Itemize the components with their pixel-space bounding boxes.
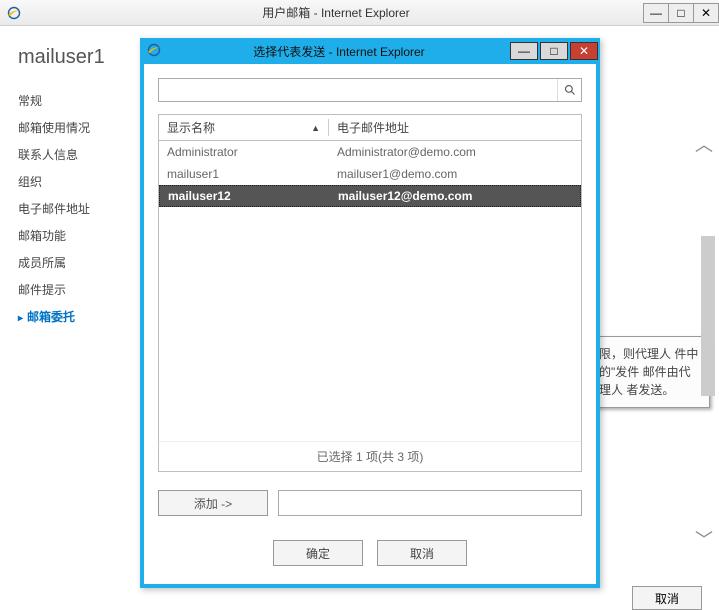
- dialog-titlebar: 选择代表发送 - Internet Explorer — □ ✕: [140, 38, 600, 64]
- dialog-title: 选择代表发送 - Internet Explorer: [168, 43, 510, 60]
- cancel-button[interactable]: 取消: [377, 540, 467, 566]
- parent-max-button[interactable]: □: [668, 3, 694, 23]
- grid-header: 显示名称 ▲ 电子邮件地址: [159, 115, 581, 141]
- table-row[interactable]: mailuser1 mailuser1@demo.com: [159, 163, 581, 185]
- minimize-icon: —: [518, 44, 530, 58]
- parent-close-button[interactable]: ✕: [693, 3, 719, 23]
- sort-asc-icon: ▲: [311, 123, 320, 133]
- parent-min-button[interactable]: —: [643, 3, 669, 23]
- bg-cancel-button[interactable]: 取消: [632, 586, 702, 610]
- info-tooltip: 限，则代理人 件中的"发件 邮件由代理人 者发送。: [590, 336, 710, 408]
- parent-titlebar: 用户邮箱 - Internet Explorer — □ ✕: [0, 0, 719, 26]
- table-row-selected[interactable]: mailuser12 mailuser12@demo.com: [159, 185, 581, 207]
- cell-display-name: mailuser12: [160, 189, 330, 203]
- maximize-icon: □: [677, 6, 684, 20]
- search-input[interactable]: [159, 79, 557, 101]
- scroll-down[interactable]: ﹀: [695, 526, 713, 552]
- col-header-display-name[interactable]: 显示名称 ▲: [159, 119, 329, 136]
- dialog-min-button[interactable]: —: [510, 42, 538, 60]
- dialog-close-button[interactable]: ✕: [570, 42, 598, 60]
- ie-icon: [146, 42, 162, 61]
- close-icon: ✕: [579, 44, 589, 58]
- search-icon[interactable]: [557, 79, 581, 101]
- parent-title: 用户邮箱 - Internet Explorer: [28, 4, 644, 21]
- dialog-max-button[interactable]: □: [540, 42, 568, 60]
- minimize-icon: —: [650, 6, 662, 20]
- cell-email: Administrator@demo.com: [329, 145, 581, 159]
- cell-display-name: Administrator: [159, 145, 329, 159]
- picker-grid: 显示名称 ▲ 电子邮件地址 Administrator Administrato…: [158, 114, 582, 472]
- col-header-label: 显示名称: [167, 119, 215, 136]
- ok-button[interactable]: 确定: [273, 540, 363, 566]
- add-target-field[interactable]: [278, 490, 582, 516]
- grid-body: Administrator Administrator@demo.com mai…: [159, 141, 581, 441]
- col-header-email[interactable]: 电子邮件地址: [329, 119, 581, 136]
- search-box: [158, 78, 582, 102]
- table-row[interactable]: Administrator Administrator@demo.com: [159, 141, 581, 163]
- ie-icon: [6, 5, 22, 21]
- cell-email: mailuser12@demo.com: [330, 189, 580, 203]
- grid-footer-status: 已选择 1 项(共 3 项): [159, 441, 581, 471]
- maximize-icon: □: [550, 44, 557, 58]
- cell-display-name: mailuser1: [159, 167, 329, 181]
- scrollbar-thumb[interactable]: [701, 236, 715, 396]
- cell-email: mailuser1@demo.com: [329, 167, 581, 181]
- add-button[interactable]: 添加 ->: [158, 490, 268, 516]
- close-icon: ✕: [701, 6, 711, 20]
- scroll-up[interactable]: ︿: [695, 131, 713, 157]
- dialog-select-send-as: 选择代表发送 - Internet Explorer — □ ✕ 显示名称 ▲ …: [140, 38, 600, 588]
